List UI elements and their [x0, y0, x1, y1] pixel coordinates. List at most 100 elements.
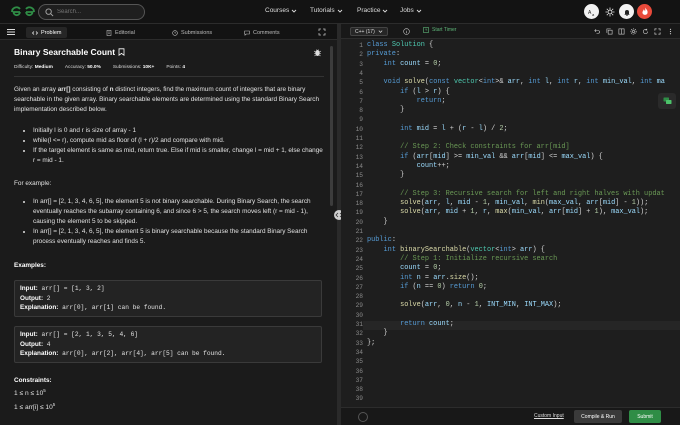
code-line[interactable]: } — [367, 106, 404, 115]
list-item: In arr[] = [2, 1, 3, 4, 6, 5], the eleme… — [33, 197, 324, 227]
tab-problem[interactable]: Problem — [26, 27, 68, 38]
code-line[interactable]: // Step 2: Check constraints for arr[mid… — [367, 143, 570, 152]
code-line[interactable]: int n = arr.size(); — [367, 274, 479, 283]
code-line[interactable]: int count = 0; — [367, 60, 442, 69]
example-input: arr[] = [1, 3, 2] — [37, 285, 105, 292]
code-line[interactable]: public: — [367, 236, 396, 245]
gfg-logo-icon[interactable] — [10, 5, 36, 19]
code-line[interactable]: private: — [367, 50, 400, 59]
console-toggle-button[interactable] — [358, 412, 368, 422]
undo-icon[interactable] — [593, 28, 600, 35]
code-line[interactable]: count = 0; — [367, 264, 441, 273]
nav-menu-label: Courses — [265, 7, 290, 14]
editor-footer: Custom Input Compile & Run Submit — [341, 407, 680, 425]
nav-menu-practice[interactable]: Practice — [357, 7, 388, 14]
line-number: 19 — [355, 209, 363, 217]
line-number: 29 — [355, 302, 363, 310]
editor-toolbar: C++ (17) Start Timer — [341, 24, 680, 39]
start-timer-button[interactable]: Start Timer — [423, 27, 456, 33]
code-line[interactable]: solve(arr, mid + 1, r, max(min_val, arr[… — [367, 208, 648, 217]
language-select[interactable]: C++ (17) — [350, 27, 388, 36]
gear-icon[interactable] — [630, 28, 637, 35]
examples-heading: Examples: — [14, 262, 46, 269]
line-number: 28 — [355, 293, 363, 301]
search-bar[interactable] — [38, 4, 145, 20]
chat-icon — [663, 97, 671, 104]
compile-run-button[interactable]: Compile & Run — [574, 410, 622, 423]
chevron-down-icon — [378, 30, 383, 33]
code-line[interactable]: solve(arr, 0, n - 1, INT_MIN, INT_MAX); — [367, 301, 561, 310]
more-options-icon[interactable] — [667, 28, 674, 35]
search-input[interactable] — [57, 6, 137, 18]
example-output-row: Output: 4 — [20, 340, 316, 350]
info-icon[interactable] — [403, 28, 410, 35]
divider — [14, 76, 324, 77]
fullscreen-icon[interactable] — [318, 28, 326, 36]
line-number: 9 — [359, 116, 363, 124]
bell-icon — [623, 9, 630, 16]
code-line[interactable]: int binarySearchable(vector<int> arr) { — [367, 246, 545, 255]
difficulty: Difficulty: Medium — [14, 65, 53, 70]
line-number: 6 — [359, 88, 363, 96]
example-output: 4 — [43, 340, 51, 348]
timer-icon — [423, 27, 429, 33]
copy-icon[interactable] — [606, 28, 613, 35]
problem-meta: Difficulty: Medium Accuracy: 50.0% Submi… — [14, 65, 185, 70]
tab-submissions[interactable]: Submissions — [172, 27, 212, 38]
code-line[interactable]: } — [367, 171, 404, 180]
translate-button[interactable]: Aa — [584, 4, 599, 19]
reset-icon[interactable] — [642, 28, 649, 35]
nav-menu-courses[interactable]: Courses — [265, 7, 297, 14]
code-line[interactable]: }; — [367, 339, 375, 348]
fullscreen-icon[interactable] — [654, 28, 661, 35]
scrollbar[interactable] — [330, 46, 333, 206]
tab-comments[interactable]: Comments — [244, 27, 280, 38]
nav-menu-label: Tutorials — [310, 7, 335, 14]
code-line[interactable]: if (n == 0) return 0; — [367, 283, 487, 292]
accuracy-value: 50.0% — [87, 65, 101, 70]
example-input-row: Input: arr[] = [2, 1, 3, 5, 4, 6] — [20, 330, 316, 340]
code-line[interactable]: int mid = l + (r - l) / 2; — [367, 125, 508, 134]
code-line[interactable]: class Solution { — [367, 41, 433, 50]
theme-toggle-button[interactable] — [602, 4, 617, 19]
tab-label: Problem — [41, 29, 62, 36]
code-line[interactable]: } — [367, 329, 388, 338]
chevron-down-icon — [291, 9, 297, 13]
code-line[interactable]: return; — [367, 97, 446, 106]
submit-button[interactable]: Submit — [629, 410, 661, 423]
hamburger-menu-icon[interactable] — [6, 27, 16, 37]
code-line[interactable]: solve(arr, l, mid - 1, min_val, min(max_… — [367, 199, 648, 208]
notification-button[interactable] — [619, 4, 634, 19]
code-line[interactable]: return count; — [367, 320, 454, 329]
tab-editorial[interactable]: Editorial — [106, 27, 135, 38]
submissions-label: Submissions: — [112, 65, 142, 70]
code-line[interactable]: } — [367, 218, 388, 227]
nav-menu-jobs[interactable]: Jobs — [400, 7, 422, 14]
code-line[interactable]: count++; — [367, 162, 450, 171]
line-number: 16 — [355, 181, 363, 189]
problem-title: Binary Searchable Count — [14, 47, 125, 57]
list-item: Initially l is 0 and r is size of array … — [33, 126, 324, 136]
code-line[interactable]: // Step 3: Recursive search for left and… — [367, 190, 665, 199]
problem-tabs: Problem Editorial Submissions Comments — [0, 24, 337, 40]
bookmark-icon[interactable] — [118, 48, 125, 56]
code-line[interactable]: if (l > r) { — [367, 88, 450, 97]
line-number: 33 — [355, 339, 363, 347]
line-number: 34 — [355, 348, 363, 356]
code-line[interactable]: // Step 1: Initialize recursive search — [367, 255, 557, 264]
custom-input-link[interactable]: Custom Input — [534, 413, 564, 419]
intro-arr: arr[] — [57, 86, 71, 93]
code-line[interactable]: void solve(const vector<int>& arr, int l… — [367, 78, 665, 87]
user-avatar[interactable] — [637, 4, 652, 19]
submissions-value: 10K+ — [142, 65, 155, 70]
for-example-label: For example: — [14, 180, 52, 187]
line-number: 35 — [355, 358, 363, 366]
bug-report-icon[interactable] — [313, 48, 322, 57]
code-line[interactable]: if (arr[mid] >= min_val && arr[mid] <= m… — [367, 153, 603, 162]
example-explanation-row: Explanation: arr[0], arr[2], arr[4], arr… — [20, 349, 316, 359]
code-editor[interactable]: 1 2 3 4 5 6 7 8 9 10 11 12 13 14 15 16 17 18 19 20 21 22 23 24 2… — [341, 39, 680, 407]
chat-button[interactable] — [658, 93, 676, 109]
nav-menu-tutorials[interactable]: Tutorials — [310, 7, 343, 14]
submissions: Submissions: 10K+ — [113, 65, 154, 70]
layout-icon[interactable] — [618, 28, 625, 35]
